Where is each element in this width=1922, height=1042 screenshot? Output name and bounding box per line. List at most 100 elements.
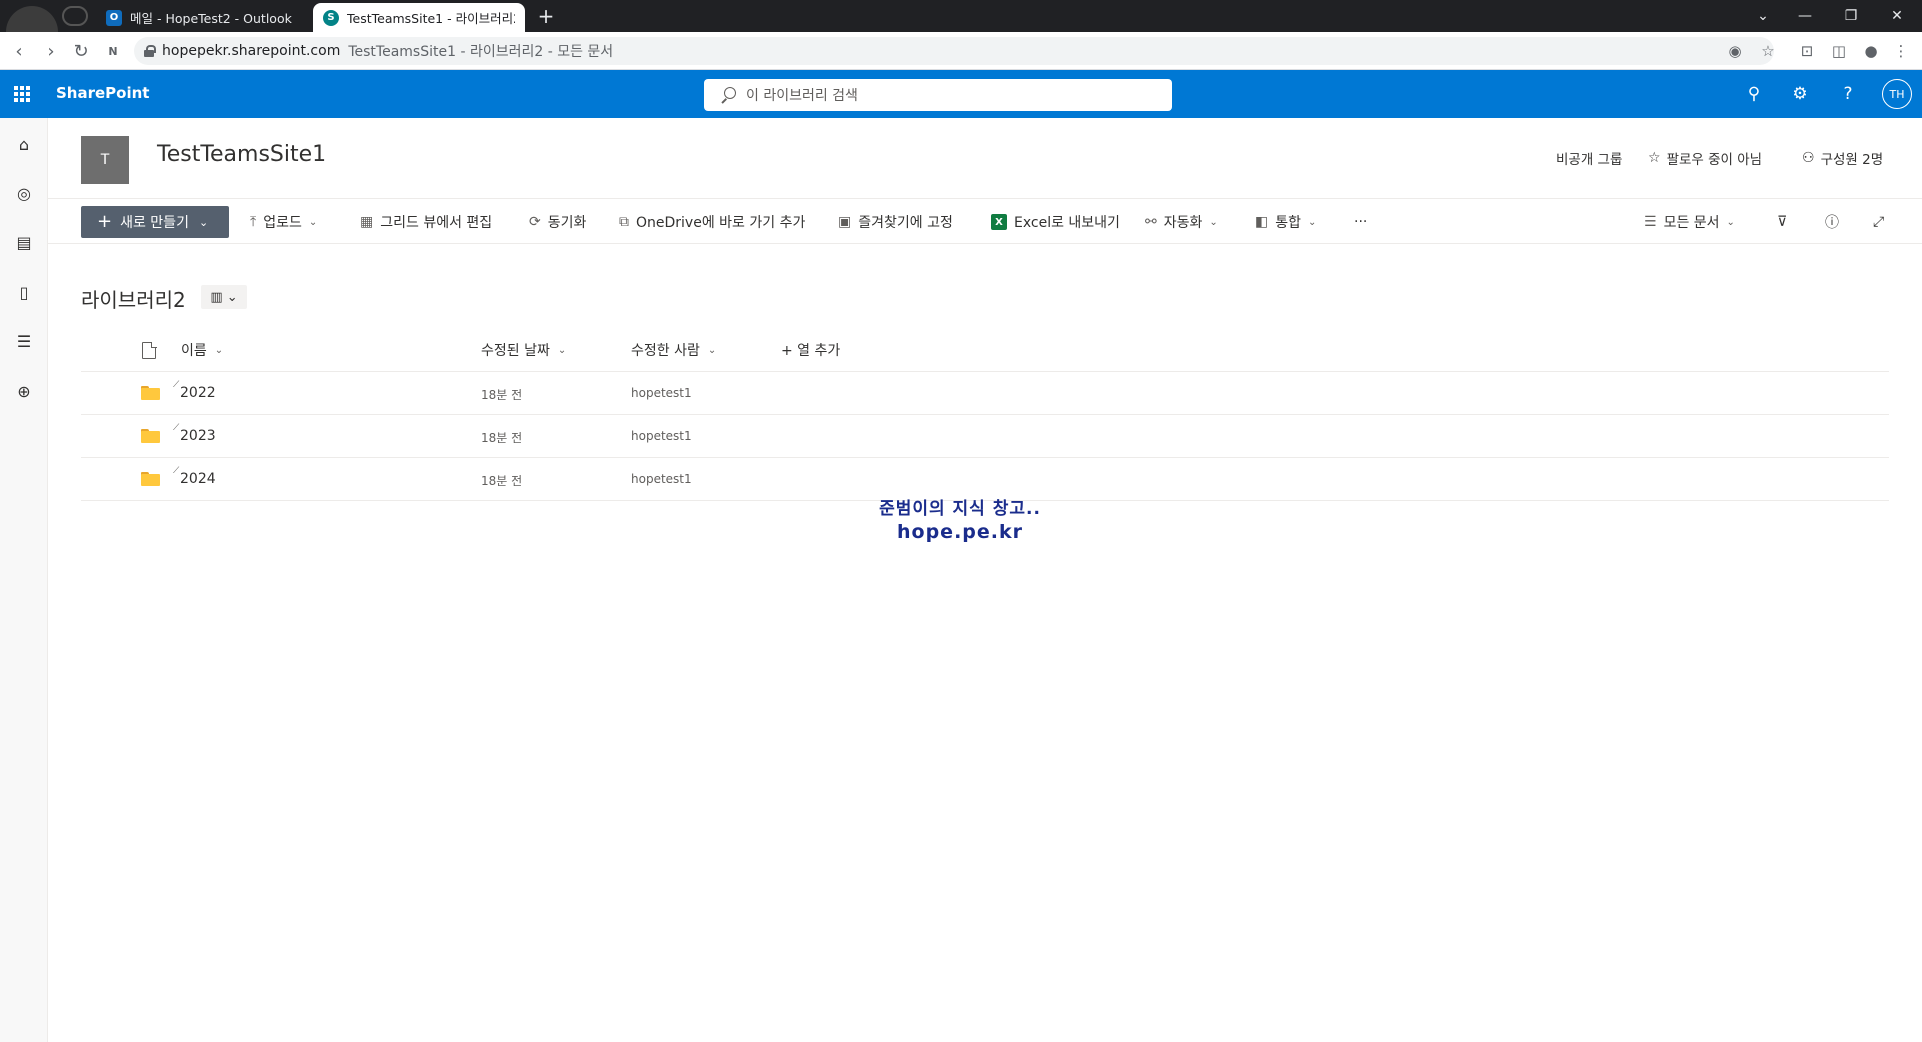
settings-gear-icon[interactable]: ⚙ — [1788, 82, 1812, 106]
follow-label: 팔로우 중이 아님 — [1666, 152, 1763, 168]
sharepoint-brand-link[interactable]: SharePoint — [56, 84, 149, 102]
notion-extension-icon[interactable]: N — [102, 40, 124, 62]
upload-label: 업로드 — [263, 215, 302, 231]
follow-button[interactable]: ☆ 팔로우 중이 아님 — [1648, 148, 1762, 168]
pin-quick-access-button[interactable]: ▣ 즐겨찾기에 고정 — [838, 212, 953, 232]
side-panel-icon[interactable]: ◫ — [1828, 40, 1850, 62]
profile-avatar-icon[interactable] — [6, 6, 58, 32]
reload-button[interactable]: ↻ — [70, 40, 92, 62]
new-item-sparkle-icon: ⟋ — [173, 466, 180, 476]
new-item-sparkle-icon: ⟋ — [173, 380, 180, 390]
help-icon[interactable]: ? — [1836, 82, 1860, 106]
app-launcher-icon[interactable] — [14, 86, 30, 102]
site-privacy-label: 비공개 그룹 — [1556, 152, 1623, 168]
new-tab-button[interactable]: + — [534, 5, 558, 29]
new-button[interactable]: + 새로 만들기 ⌄ — [81, 206, 229, 238]
plus-icon: + — [97, 211, 113, 232]
integrate-button[interactable]: ◧ 통합 ⌄ — [1255, 212, 1316, 232]
restore-button[interactable]: ❐ — [1828, 0, 1874, 32]
tab-list-chevron-icon[interactable]: ⌄ — [1740, 0, 1786, 32]
row-name[interactable]: 2024 — [180, 471, 216, 487]
table-row[interactable]: ⟋ 2023 18분 전 hopetest1 — [81, 415, 1889, 458]
members-label: 구성원 2명 — [1820, 152, 1884, 168]
home-icon[interactable]: ⌂ — [14, 134, 34, 154]
folder-icon — [141, 472, 160, 486]
library-search-input[interactable]: 이 라이브러리 검색 — [704, 79, 1172, 111]
outlook-icon: O — [106, 9, 122, 26]
more-commands-button[interactable]: ··· — [1354, 212, 1367, 232]
upload-button[interactable]: ⤒ 업로드 ⌄ — [250, 212, 317, 232]
command-bar: + 새로 만들기 ⌄ ⤒ 업로드 ⌄ ▦ 그리드 뷰에서 편집 ⟳ 동기화 ⧉ … — [48, 200, 1922, 244]
expand-icon[interactable]: ⤢ — [1873, 212, 1884, 232]
onedrive-shortcut-label: OneDrive에 바로 가기 추가 — [636, 215, 806, 231]
tab-title: TestTeamsSite1 - 라이브러리2 - — [347, 11, 515, 26]
table-row[interactable]: ⟋ 2022 18분 전 hopetest1 — [81, 372, 1889, 415]
row-modified: 18분 전 — [481, 431, 523, 445]
lock-icon[interactable] — [144, 45, 156, 57]
row-modified-by[interactable]: hopetest1 — [631, 386, 692, 400]
row-modified: 18분 전 — [481, 474, 523, 488]
sharepoint-suite-bar: SharePoint 이 라이브러리 검색 ⚲ ⚙ ? TH — [0, 70, 1922, 118]
row-modified-by[interactable]: hopetest1 — [631, 472, 692, 486]
integrate-icon: ◧ — [1255, 214, 1269, 230]
minimize-button[interactable]: — — [1782, 0, 1828, 32]
globe-icon[interactable]: ◎ — [14, 183, 34, 203]
site-logo[interactable]: T — [81, 136, 129, 184]
sharepoint-app-icon[interactable]: ⚲ — [1742, 82, 1766, 106]
column-modified-by-label: 수정한 사람 — [631, 343, 700, 359]
row-modified-by[interactable]: hopetest1 — [631, 429, 692, 443]
members-button[interactable]: ⚇ 구성원 2명 — [1802, 148, 1883, 168]
library-view-icon: ▥ ⌄ — [210, 289, 238, 305]
address-bar: ‹ › ↻ N hopepekr.sharepoint.com TestTeam… — [0, 32, 1922, 70]
files-icon[interactable]: ▯ — [14, 282, 34, 302]
automate-icon: ⚯ — [1145, 214, 1157, 230]
star-icon: ☆ — [1648, 150, 1661, 166]
onedrive-shortcut-button[interactable]: ⧉ OneDrive에 바로 가기 추가 — [619, 212, 805, 232]
export-excel-button[interactable]: X Excel로 내보내기 — [991, 212, 1120, 232]
pin-quick-label: 즐겨찾기에 고정 — [858, 215, 953, 231]
screenshot-icon[interactable]: ⊡ — [1796, 40, 1818, 62]
browser-tab-strip: O 메일 - HopeTest2 - Outlook S TestTeamsSi… — [0, 0, 1922, 32]
lists-icon[interactable]: ☰ — [14, 331, 34, 351]
browser-tab-sharepoint[interactable]: S TestTeamsSite1 - 라이브러리2 - — [313, 3, 525, 32]
profile-icon[interactable]: ● — [1860, 40, 1882, 62]
column-header-name[interactable]: 이름 ⌄ — [181, 340, 223, 360]
automate-label: 자동화 — [1163, 215, 1203, 231]
forward-button[interactable]: › — [40, 40, 62, 62]
site-title[interactable]: TestTeamsSite1 — [157, 142, 326, 167]
column-header-modified-by[interactable]: 수정한 사람 ⌄ — [631, 340, 716, 360]
view-selector-button[interactable]: ☰ 모든 문서 ⌄ — [1644, 212, 1735, 232]
column-modified-label: 수정된 날짜 — [481, 343, 550, 359]
user-avatar[interactable]: TH — [1882, 79, 1912, 109]
grid-icon: ▦ — [360, 214, 374, 230]
file-type-icon[interactable] — [142, 341, 157, 359]
view-options-button[interactable]: ▥ ⌄ — [201, 285, 247, 309]
back-button[interactable]: ‹ — [8, 40, 30, 62]
chevron-down-icon: ⌄ — [1308, 216, 1317, 228]
row-name[interactable]: 2023 — [180, 428, 216, 444]
grid-edit-button[interactable]: ▦ 그리드 뷰에서 편집 — [360, 212, 492, 232]
info-icon[interactable]: ⓘ — [1825, 212, 1839, 232]
search-placeholder: 이 라이브러리 검색 — [746, 88, 858, 104]
tracking-eye-icon[interactable]: ◉ — [1724, 40, 1746, 62]
url-field[interactable]: hopepekr.sharepoint.com TestTeamsSite1 -… — [134, 37, 1774, 65]
person-icon: ⚇ — [1802, 150, 1815, 166]
excel-icon: X — [991, 214, 1007, 230]
chevron-down-icon: ⌄ — [557, 344, 567, 356]
row-name[interactable]: 2022 — [180, 385, 216, 401]
filter-icon[interactable]: ⊽ — [1777, 212, 1787, 232]
upload-arrow-icon: ⤒ — [250, 214, 257, 230]
column-header-modified[interactable]: 수정된 날짜 ⌄ — [481, 340, 566, 360]
new-label: 새로 만들기 — [120, 215, 189, 231]
bookmark-star-icon[interactable]: ☆ — [1757, 40, 1779, 62]
create-add-icon[interactable]: ⊕ — [14, 381, 34, 401]
automate-button[interactable]: ⚯ 자동화 ⌄ — [1145, 212, 1218, 232]
sync-button[interactable]: ⟳ 동기화 — [529, 212, 586, 232]
add-column-button[interactable]: + 열 추가 — [781, 340, 840, 360]
close-window-button[interactable]: ✕ — [1874, 0, 1920, 32]
news-icon[interactable]: ▤ — [14, 232, 34, 252]
tab-search-icon[interactable] — [62, 6, 88, 26]
browser-tab-outlook[interactable]: O 메일 - HopeTest2 - Outlook — [96, 3, 310, 32]
sharepoint-icon: S — [323, 9, 339, 26]
browser-menu-icon[interactable]: ⋮ — [1890, 40, 1912, 62]
